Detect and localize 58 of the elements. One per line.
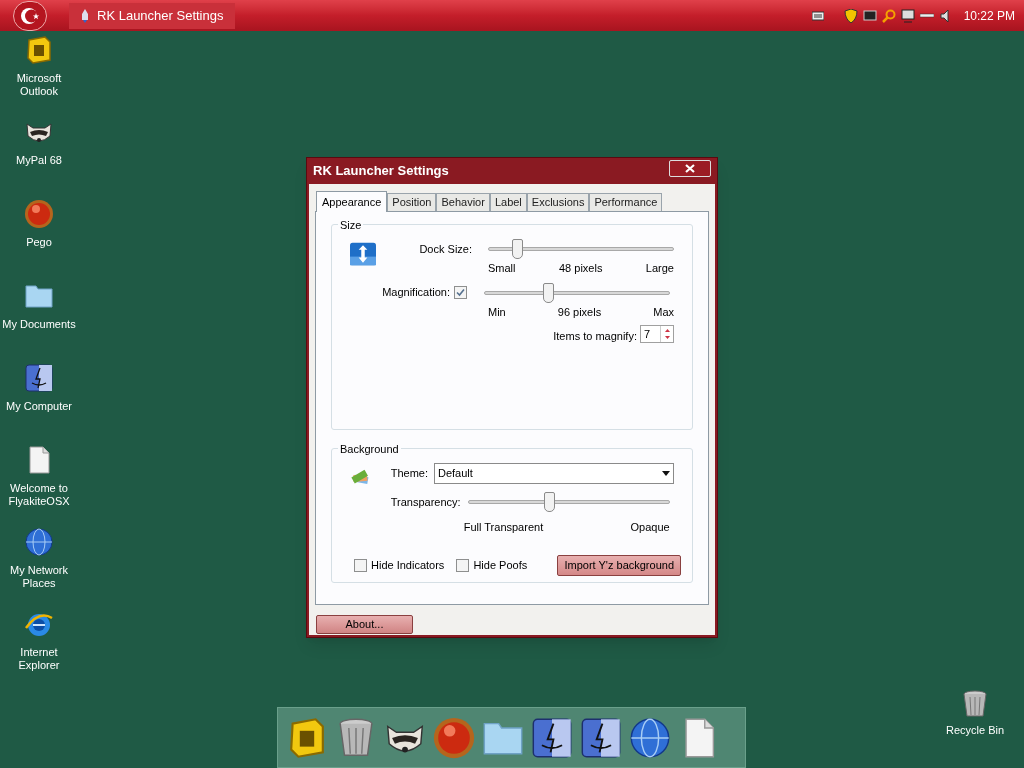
- theme-dropdown[interactable]: Default: [434, 463, 674, 484]
- taskbar-button[interactable]: RK Launcher Settings: [69, 2, 236, 29]
- checkbox[interactable]: [456, 559, 470, 572]
- tab[interactable]: Behavior: [436, 193, 490, 211]
- clock: 10:22 PM: [963, 7, 1015, 25]
- import-button[interactable]: Import Y'z background: [557, 555, 681, 576]
- slider-thumb[interactable]: [511, 239, 523, 259]
- check-icon: [456, 288, 465, 297]
- keyboard-icon: [811, 10, 824, 21]
- bar-icon: [919, 12, 934, 19]
- finder-face-icon: [23, 362, 55, 394]
- about-button[interactable]: About...: [316, 614, 413, 634]
- slider-max-label: Large: [645, 261, 674, 276]
- monitor-icon: [900, 8, 915, 23]
- monitor-icon: [862, 9, 877, 22]
- slider-min-label: Min: [488, 304, 506, 320]
- desktop-icon-label[interactable]: Recycle Bin: [945, 724, 1005, 737]
- tab[interactable]: Label: [489, 193, 527, 211]
- slider-max-label: Max: [653, 304, 674, 320]
- slider-max-label: Opaque: [630, 519, 670, 535]
- shield-icon: [843, 8, 858, 23]
- tab[interactable]: Appearance: [316, 191, 388, 212]
- field-label: Items to magnify:: [553, 329, 637, 344]
- desktop-icon-label[interactable]: Welcome to FlyakiteOSX: [1, 482, 77, 508]
- slider-label: Dock Size:: [418, 241, 472, 257]
- field-label: Theme:: [390, 466, 428, 482]
- slider-min-label: Full Transparent: [463, 519, 544, 535]
- slider-label: Transparency:: [390, 495, 461, 510]
- slider-reading: 48 pixels: [558, 261, 603, 276]
- desktop-icon-label[interactable]: Pego: [1, 236, 77, 249]
- desktop-icon-label[interactable]: Internet Explorer: [1, 646, 77, 672]
- tab[interactable]: Position: [387, 193, 437, 211]
- caret-icon: [662, 471, 670, 476]
- start-button[interactable]: [13, 0, 47, 31]
- magnifier-icon: [881, 8, 896, 23]
- checkbox-label[interactable]: Hide Indicators: [371, 557, 445, 574]
- rocket-icon: [81, 8, 89, 23]
- globe-icon: [23, 526, 55, 558]
- spin-field[interactable]: 7: [640, 325, 674, 344]
- desktop-icon-label[interactable]: MyPal 68: [1, 154, 77, 167]
- window-title: RK Launcher Settings: [313, 162, 449, 181]
- desktop-icon-label[interactable]: My Computer: [1, 400, 77, 413]
- desktop-icon-label[interactable]: Microsoft Outlook: [1, 72, 77, 98]
- slider-label: Magnification:: [381, 285, 450, 301]
- tab[interactable]: Performance: [589, 193, 663, 211]
- checkbox[interactable]: [454, 286, 467, 299]
- slider-min-label: Small: [488, 261, 516, 276]
- close-icon: [685, 163, 695, 173]
- slider-thumb[interactable]: [542, 282, 554, 303]
- checkbox[interactable]: [354, 559, 367, 572]
- desktop-icon-label[interactable]: My Documents: [1, 318, 77, 331]
- ball-icon: [23, 198, 55, 230]
- desktop-icon-label[interactable]: My Network Places: [1, 564, 77, 590]
- slider-thumb[interactable]: [543, 492, 555, 513]
- tab[interactable]: Exclusions: [526, 193, 590, 211]
- slider-reading: 96 pixels: [557, 304, 602, 320]
- checkbox-label[interactable]: Hide Poofs: [473, 557, 528, 574]
- close-button[interactable]: [669, 159, 711, 177]
